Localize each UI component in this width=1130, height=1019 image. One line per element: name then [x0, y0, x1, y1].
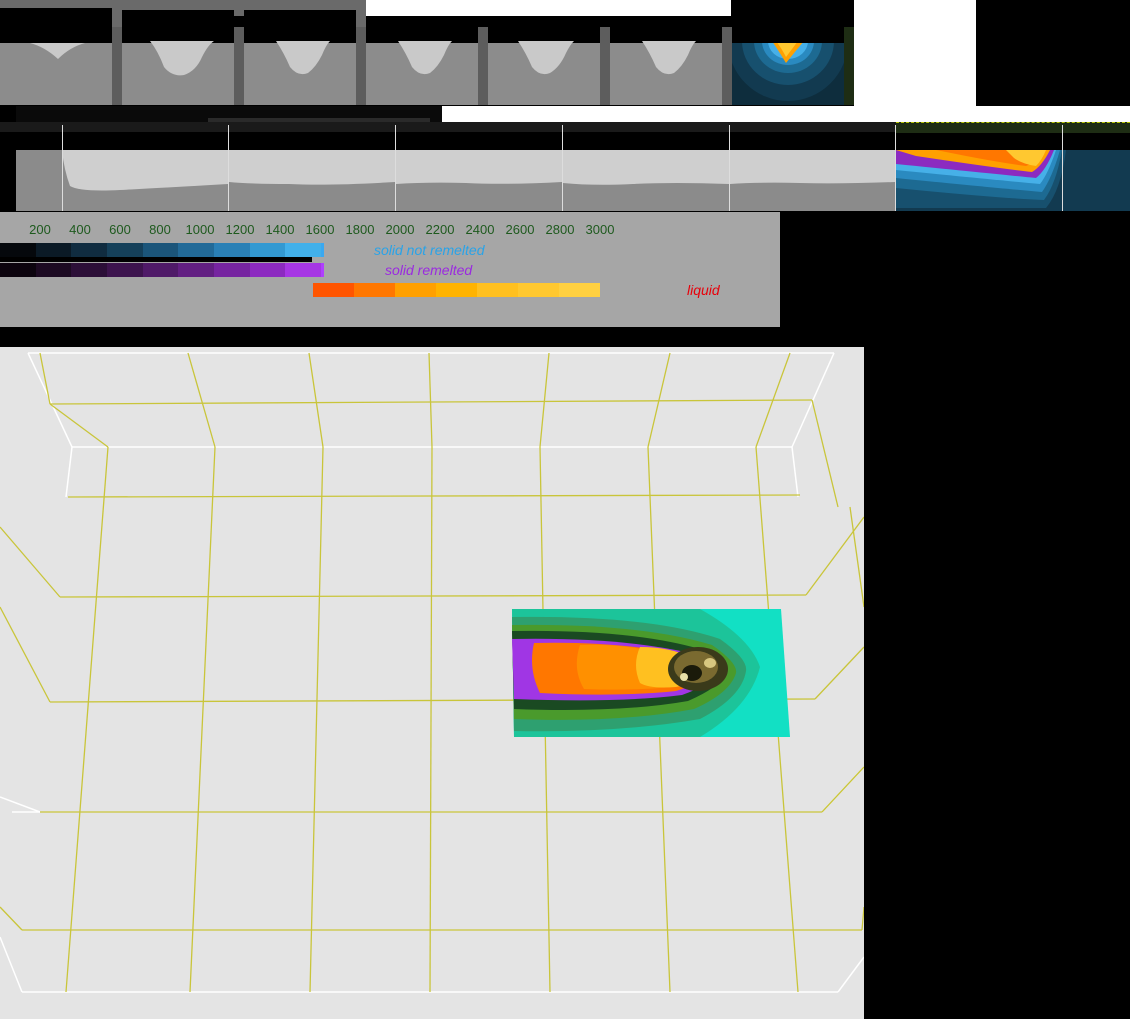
legend-tick: 2600 — [505, 222, 535, 237]
colorbar-segment — [142, 263, 179, 277]
colorbar-segment — [107, 263, 143, 277]
legend-tick: 800 — [149, 222, 171, 237]
colorbar-solid-remelted — [0, 263, 324, 277]
legend-tick: 2000 — [385, 222, 415, 237]
colorbar-segment — [178, 243, 215, 257]
legend-label-solid-not-remelted: solid not remelted — [374, 242, 485, 258]
legend-tick: 2200 — [425, 222, 455, 237]
melt-pool-thumbnail-3[interactable] — [244, 27, 356, 105]
colorbar-liquid — [313, 283, 600, 297]
top-tab-strip-right — [366, 16, 854, 27]
cross-section-header — [0, 132, 1130, 150]
melt-pool-slab[interactable] — [512, 609, 790, 737]
top-white-panel — [366, 0, 731, 16]
colorbar-end — [321, 243, 324, 257]
colorbar-segment — [559, 283, 600, 297]
cross-section-temp-header — [896, 122, 1130, 133]
colorbar-segment — [107, 243, 143, 257]
legend-tick: 2800 — [545, 222, 575, 237]
legend-tick: 200 — [29, 222, 51, 237]
colorbar-segment — [35, 243, 72, 257]
3d-viewport[interactable] — [0, 347, 864, 1019]
colorbar-segment — [142, 243, 179, 257]
legend-tick: 400 — [69, 222, 91, 237]
colorbar-segment — [518, 283, 559, 297]
colorbar-segment — [214, 263, 250, 277]
legend-tick: 2400 — [465, 222, 495, 237]
legend-label-liquid: liquid — [687, 282, 720, 298]
colorbar-segment — [178, 263, 215, 277]
cross-section-panel-5[interactable] — [730, 150, 895, 211]
legend-tick: 1400 — [265, 222, 295, 237]
melt-pool-thumbnail-6[interactable] — [610, 27, 722, 105]
legend-label-solid-remelted: solid remelted — [385, 262, 473, 278]
cross-section-panel-4[interactable] — [563, 150, 729, 211]
cross-section-panel-1[interactable] — [0, 150, 228, 211]
colorbar-segment — [285, 263, 322, 277]
colorbar-segment — [477, 283, 518, 297]
colorbar-segment — [285, 243, 322, 257]
temperature-legend: 200 400 600 800 1000 1200 1400 1600 1800… — [0, 212, 780, 327]
legend-tick: 1600 — [305, 222, 335, 237]
top-right-white-panel — [854, 0, 976, 106]
colorbar-segment — [436, 283, 477, 297]
cross-section-panel-3[interactable] — [396, 150, 562, 211]
cross-section-temperature-panel[interactable] — [896, 150, 1130, 211]
colorbar-solid-not-remelted — [0, 243, 324, 257]
colorbar-segment — [71, 243, 108, 257]
top-tab-strip — [0, 0, 366, 27]
legend-tick: 1800 — [345, 222, 375, 237]
melt-pool-thumbnail-2[interactable] — [122, 27, 234, 105]
colorbar-segment — [249, 243, 286, 257]
colorbar-segment — [249, 263, 286, 277]
colorbar-segment — [35, 263, 72, 277]
cross-section-panel-2[interactable] — [229, 150, 395, 211]
legend-tick: 1000 — [185, 222, 215, 237]
colorbar-segment — [395, 283, 436, 297]
melt-pool-thumbnail-5[interactable] — [488, 27, 600, 105]
colorbar-segment — [0, 243, 36, 257]
legend-tick: 3000 — [585, 222, 615, 237]
melt-pool-thumbnail-4[interactable] — [366, 27, 478, 105]
colorbar-segment — [0, 263, 36, 277]
colorbar-end — [321, 263, 324, 277]
colorbar-segment — [313, 283, 354, 297]
legend-tick: 1200 — [225, 222, 255, 237]
melt-pool-thumbnail-1[interactable] — [0, 27, 112, 105]
colorbar-segment — [71, 263, 108, 277]
melt-pool-thumbnail-temperature[interactable] — [732, 27, 854, 105]
middle-dark-bar — [16, 106, 442, 122]
colorbar-segment — [214, 243, 250, 257]
colorbar-segment — [354, 283, 395, 297]
legend-tick: 600 — [109, 222, 131, 237]
middle-white-panel — [442, 106, 1130, 122]
